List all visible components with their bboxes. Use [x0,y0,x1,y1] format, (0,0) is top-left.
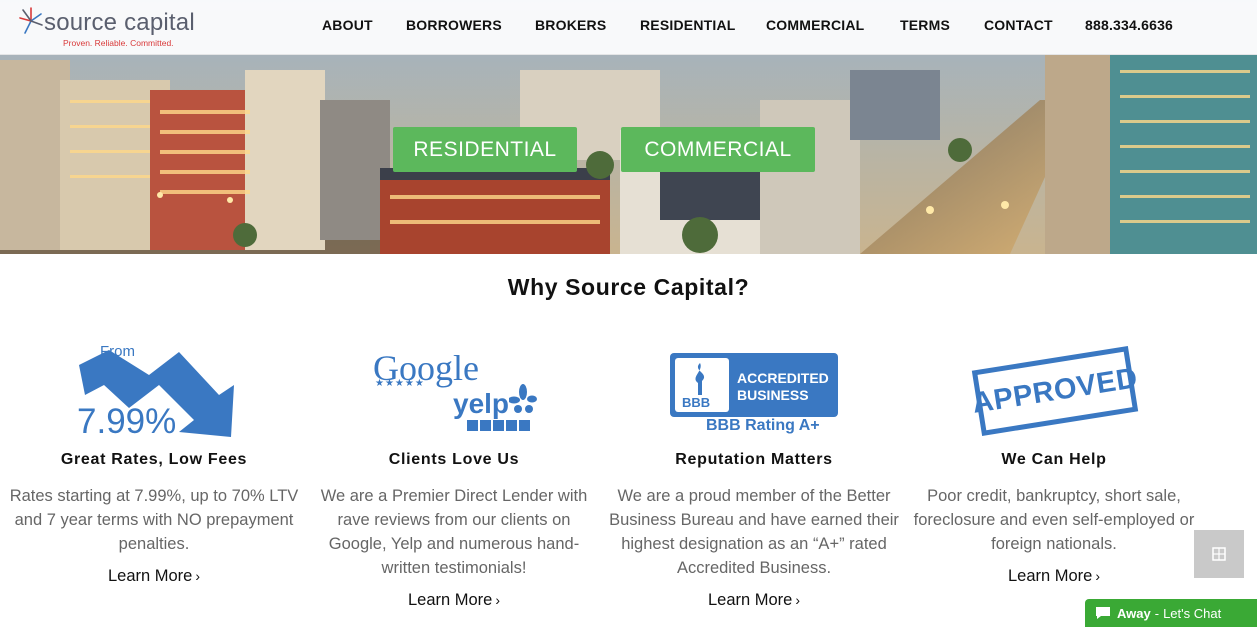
chat-separator: - [1154,605,1160,621]
feature-title: Clients Love Us [388,451,520,468]
feature-reputation: BBB ACCREDITED BUSINESS BBB Rating A+ Re… [609,340,899,609]
rate-value-label: 7.99% [77,402,177,441]
yelp-logo-text: yelp [453,388,510,419]
feature-description: Rates starting at 7.99%, up to 70% LTV a… [9,487,299,553]
grid-icon [1212,547,1226,561]
bbb-badge: BBB ACCREDITED BUSINESS [670,353,838,417]
yelp-stars-icon [467,420,530,431]
reviews-graphic: Google ★★★★★ yelp [309,340,599,440]
nav-about[interactable]: ABOUT [322,17,373,33]
learn-more-link[interactable]: Learn More › [909,567,1199,586]
bbb-torch-icon [695,363,705,395]
chat-bubble-icon [1096,607,1110,619]
learn-more-link[interactable]: Learn More › [9,567,299,586]
feature-great-rates: From 7.99% Great Rates, Low Fees Rates s… [9,340,299,585]
bbb-accredited-graphic: BBB ACCREDITED BUSINESS BBB Rating A+ [609,340,899,440]
starburst-logo-icon [19,7,43,34]
approved-stamp-text: APPROVED [970,361,1140,420]
learn-more-link[interactable]: Learn More › [309,591,599,610]
nav-commercial[interactable]: COMMERCIAL [766,17,864,33]
approved-stamp: APPROVED [970,346,1140,436]
nav-contact[interactable]: CONTACT [984,17,1053,33]
nav-terms[interactable]: TERMS [900,17,950,33]
google-stars-icon: ★★★★★ [375,378,425,389]
bbb-accredited-line1: ACCREDITED [737,370,829,386]
yelp-burst-icon [509,384,537,413]
logo-tagline: Proven. Reliable. Committed. [63,38,174,48]
chat-status: Away [1117,605,1151,621]
chevron-right-icon: › [495,592,501,608]
bbb-rating-text: BBB Rating A+ [706,417,820,434]
feature-description: We are a Premier Direct Lender with rave… [320,487,588,577]
rate-drop-graphic: From 7.99% [9,340,299,441]
feature-title: Reputation Matters [675,451,833,468]
site-header: source capital Proven. Reliable. Committ… [0,0,1257,55]
live-chat-tab[interactable]: Away - Let's Chat [1085,599,1257,627]
chevron-right-icon: › [1095,568,1101,584]
floating-widget-button[interactable] [1194,530,1244,578]
rate-from-label: From [100,343,135,360]
feature-title: We Can Help [1001,451,1107,468]
nav-phone[interactable]: 888.334.6636 [1085,17,1173,33]
learn-more-link[interactable]: Learn More › [609,591,899,610]
chat-cta: Let's Chat [1163,605,1222,621]
nav-borrowers[interactable]: BORROWERS [406,17,502,33]
chevron-right-icon: › [795,592,801,608]
chevron-right-icon: › [195,568,201,584]
feature-description: Poor credit, bankruptcy, short sale, for… [913,487,1195,553]
commercial-button[interactable]: COMMERCIAL [621,127,815,172]
residential-button[interactable]: RESIDENTIAL [393,127,577,172]
nav-residential[interactable]: RESIDENTIAL [640,17,736,33]
feature-description: We are a proud member of the Better Busi… [609,487,899,577]
feature-title: Great Rates, Low Fees [60,451,248,468]
feature-we-can-help: APPROVED We Can Help Poor credit, bankru… [909,340,1199,585]
bbb-logo-text: BBB [682,395,711,410]
logo-wordmark: source capital [44,9,195,36]
section-title: Why Source Capital? [507,274,750,300]
feature-clients-love-us: Google ★★★★★ yelp Clients Love Us We are… [309,340,599,609]
nav-brokers[interactable]: BROKERS [535,17,606,33]
bbb-accredited-line2: BUSINESS [737,387,809,403]
approved-stamp-graphic: APPROVED [909,340,1199,440]
source-capital-logo[interactable]: source capital Proven. Reliable. Committ… [18,6,218,48]
